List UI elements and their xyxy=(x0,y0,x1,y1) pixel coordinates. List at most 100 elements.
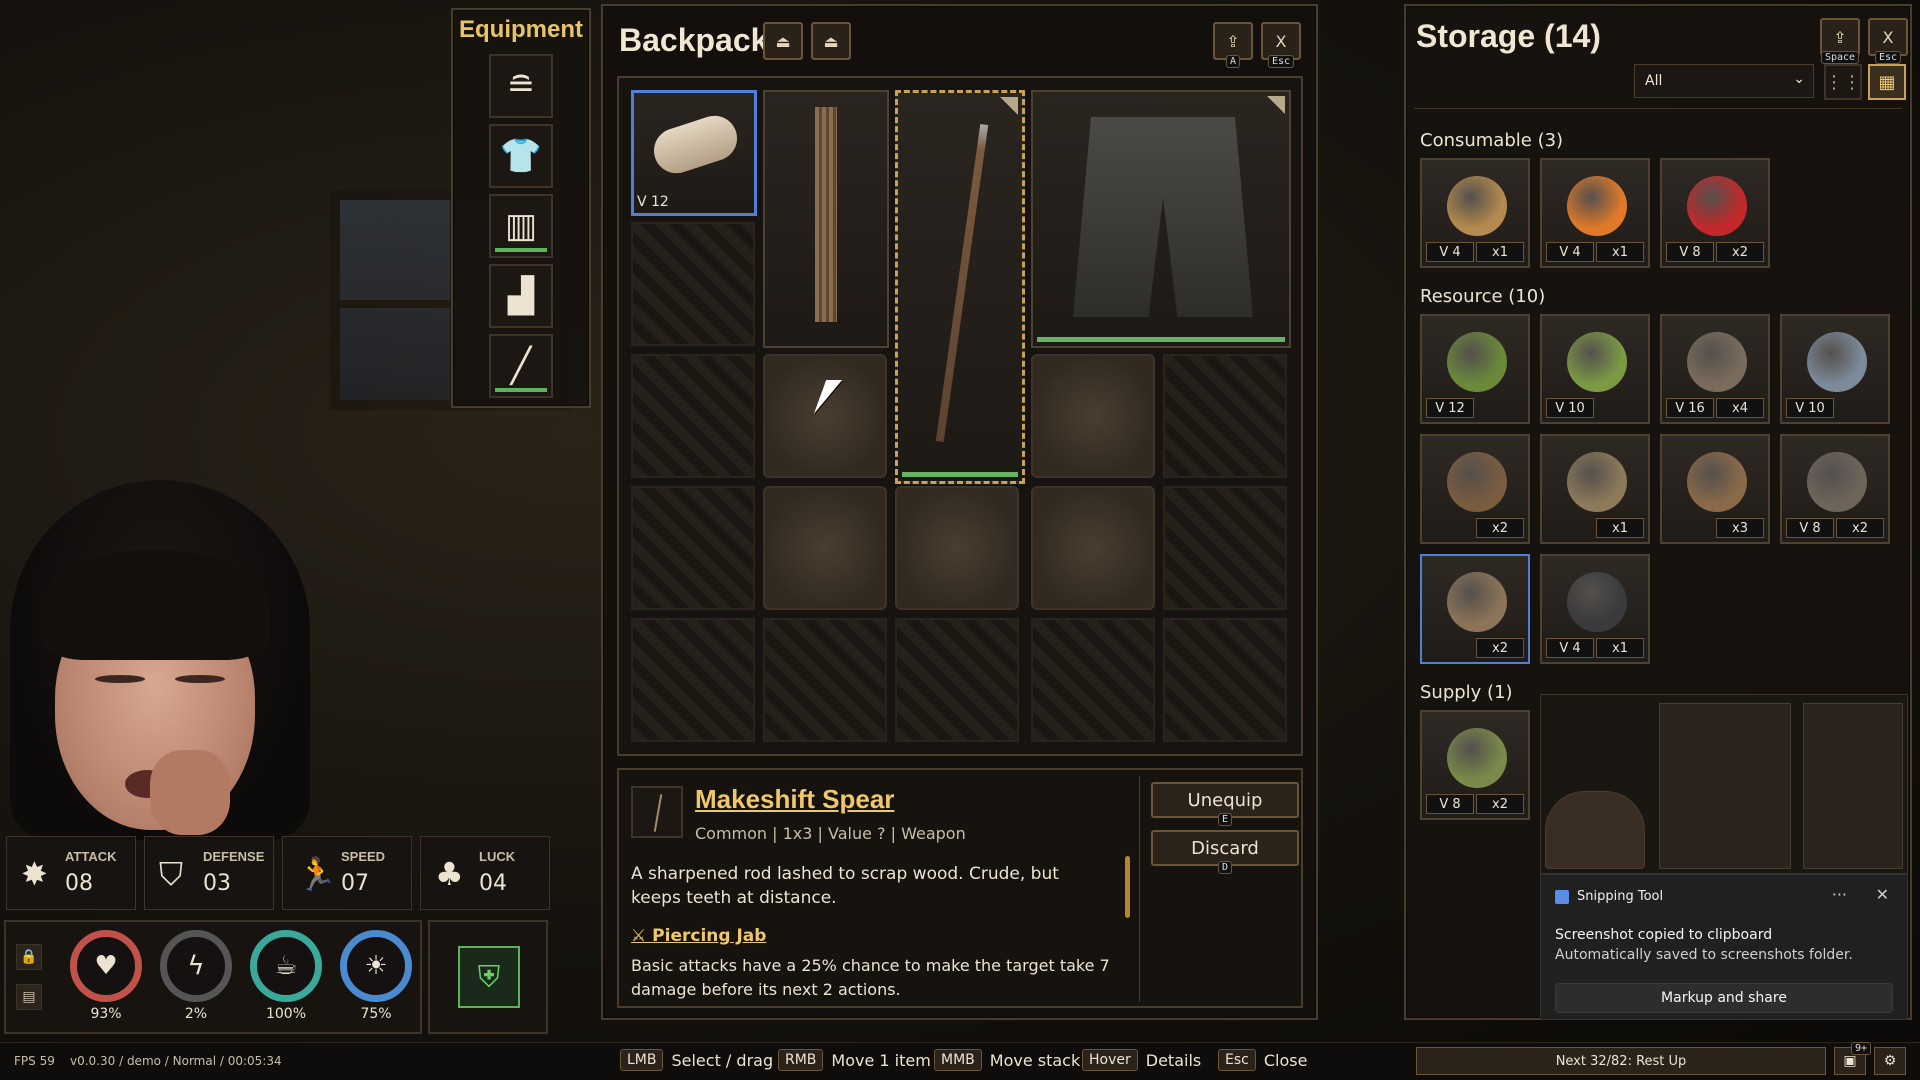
durability-bar xyxy=(495,248,547,252)
notification-badge: 9+ xyxy=(1850,1042,1871,1055)
stat-value: 03 xyxy=(203,871,231,896)
equip-slot-head[interactable]: ≘ xyxy=(489,54,553,118)
item-value: V 8 xyxy=(1426,794,1474,814)
item-quantity: x2 xyxy=(1476,794,1524,814)
pants-icon: ▥ xyxy=(504,206,538,246)
key-hint: Esc xyxy=(1267,55,1295,68)
backpack-panel: Backpack ⏏ ⏏ ⇪ A X Esc V 12 Makeshift Sp… xyxy=(601,4,1318,1020)
grid-cell-empty[interactable] xyxy=(895,486,1019,610)
snip-thumbnail[interactable] xyxy=(1540,694,1908,874)
hint-label: Select / drag xyxy=(671,1050,774,1070)
scrap-wood-art xyxy=(1807,452,1867,512)
backpack-grid[interactable]: V 12 xyxy=(617,76,1303,756)
grid-cell-locked xyxy=(1163,354,1287,478)
storage-item-rope[interactable]: x2 xyxy=(1420,554,1530,664)
head-icon: ≘ xyxy=(506,66,536,106)
item-quantity: x2 xyxy=(1476,638,1524,658)
grid-cell-empty[interactable] xyxy=(763,486,887,610)
fps-counter: FPS 59 xyxy=(14,1054,55,1068)
sticks-art xyxy=(1447,452,1507,512)
vital-gauge: ☀ xyxy=(340,930,412,1002)
equip-slot-weapon[interactable]: ╱ xyxy=(489,334,553,398)
divider xyxy=(1139,776,1140,1002)
list-grid-icon: ▦ xyxy=(1878,71,1896,93)
equip-slot-legs[interactable]: ▥ xyxy=(489,194,553,258)
notifications-button[interactable]: ▣ 9+ xyxy=(1834,1042,1871,1075)
toast-title: Screenshot copied to clipboard xyxy=(1555,927,1773,943)
hint-label: Move stack xyxy=(989,1050,1081,1070)
item-quantity: x1 xyxy=(1596,518,1644,538)
sort-alt-button[interactable]: ⏏ xyxy=(811,22,851,60)
journal-icon[interactable]: ▤ xyxy=(16,984,42,1010)
grid-cell-empty[interactable] xyxy=(1031,354,1155,478)
shield-status-button[interactable]: ⛨ xyxy=(458,946,520,1008)
item-quantity: x2 xyxy=(1836,518,1884,538)
vital-gauge: ϟ xyxy=(160,930,232,1002)
storage-item-herb-bundle[interactable]: V 8 x2 xyxy=(1420,710,1530,820)
storage-item-carrot[interactable]: V 4 x1 xyxy=(1540,158,1650,268)
take-all-button[interactable]: ⇪ A xyxy=(1213,22,1253,68)
storage-item-scrap-wood[interactable]: V 8 x2 xyxy=(1780,434,1890,544)
unequip-button[interactable]: Unequip E xyxy=(1151,782,1299,826)
equipment-title: Equipment xyxy=(459,16,583,43)
storage-close-button[interactable]: X Esc xyxy=(1868,18,1908,64)
grid-cell-empty[interactable] xyxy=(763,354,887,478)
item-value: V 4 xyxy=(1546,242,1594,262)
storage-item-sticks[interactable]: x2 xyxy=(1420,434,1530,544)
storage-item-bottle[interactable]: x1 xyxy=(1540,434,1650,544)
durability-bar xyxy=(902,472,1018,477)
control-hint: Hover Details xyxy=(1082,1049,1201,1071)
close-icon: X xyxy=(1882,27,1894,47)
item-value: V 4 xyxy=(1426,242,1474,262)
key-cap: Esc xyxy=(1218,1049,1256,1071)
equip-slot-feet[interactable]: ▟ xyxy=(489,264,553,328)
grid-cell-locked xyxy=(631,486,755,610)
list-view-button[interactable]: ▦ xyxy=(1868,64,1906,100)
next-objective-button[interactable]: Next 32/82: Rest Up xyxy=(1416,1047,1826,1075)
more-options-icon[interactable]: ··· xyxy=(1832,885,1847,904)
portrait-hand xyxy=(150,750,230,835)
storage-item-cloth-bundle[interactable]: V 16 x4 xyxy=(1660,314,1770,424)
item-cloth-roll[interactable]: V 12 xyxy=(631,90,757,216)
storage-item-sapling[interactable]: V 12 xyxy=(1420,314,1530,424)
ability-name-text: Piercing Jab xyxy=(652,926,767,946)
item-makeshift-spear[interactable] xyxy=(895,90,1025,484)
stat-label: DEFENSE xyxy=(203,849,265,864)
sapling-art xyxy=(1447,332,1507,392)
close-button[interactable]: X Esc xyxy=(1261,22,1301,68)
storage-item-tape-roll[interactable]: V 10 xyxy=(1780,314,1890,424)
grid-view-button[interactable]: ⋮⋮ xyxy=(1824,64,1862,100)
grid-cell-empty[interactable] xyxy=(1031,486,1155,610)
item-cargo-pants[interactable] xyxy=(1031,90,1291,348)
control-hint: MMB Move stack xyxy=(934,1049,1080,1071)
filter-select[interactable]: All ⌄ xyxy=(1634,64,1814,98)
grid-cell-locked xyxy=(631,618,755,742)
storage-item-charcoal[interactable]: V 4 x1 xyxy=(1540,554,1650,664)
toast-body: Automatically saved to screenshots folde… xyxy=(1555,947,1853,963)
discard-button[interactable]: Discard D xyxy=(1151,830,1299,874)
item-quantity: x3 xyxy=(1716,518,1764,538)
herb-bundle-art xyxy=(1447,728,1507,788)
storage-item-seedling[interactable]: V 10 xyxy=(1540,314,1650,424)
item-stick-bundle[interactable] xyxy=(763,90,889,348)
scrollbar[interactable] xyxy=(1125,856,1130,918)
category-resource: Resource (10) xyxy=(1420,286,1546,307)
storage-item-potato[interactable]: V 4 x1 xyxy=(1420,158,1530,268)
shirt-icon: 👕 xyxy=(499,136,543,176)
lock-icon[interactable]: 🔒 xyxy=(16,944,42,970)
storage-item-twigs[interactable]: x3 xyxy=(1660,434,1770,544)
close-icon[interactable]: ✕ xyxy=(1876,885,1889,904)
markup-share-button[interactable]: Markup and share xyxy=(1555,983,1893,1013)
settings-button[interactable]: ⚙ xyxy=(1874,1047,1906,1075)
equipment-panel: Equipment ≘ 👕 ▥ ▟ ╱ xyxy=(451,8,591,408)
mini-storage xyxy=(1803,703,1903,869)
shield-icon: ⛨ xyxy=(477,959,501,995)
equip-slot-body[interactable]: 👕 xyxy=(489,124,553,188)
health-icon: ♥ xyxy=(94,951,118,981)
stick-bundle-art xyxy=(815,107,837,322)
storage-item-apple[interactable]: V 8 x2 xyxy=(1660,158,1770,268)
sort-button[interactable]: ⏏ xyxy=(763,22,803,60)
ability-name[interactable]: ⚔ Piercing Jab xyxy=(631,926,766,946)
take-all-storage-button[interactable]: ⇪ Space xyxy=(1820,18,1860,64)
item-name[interactable]: Makeshift Spear xyxy=(695,784,894,815)
